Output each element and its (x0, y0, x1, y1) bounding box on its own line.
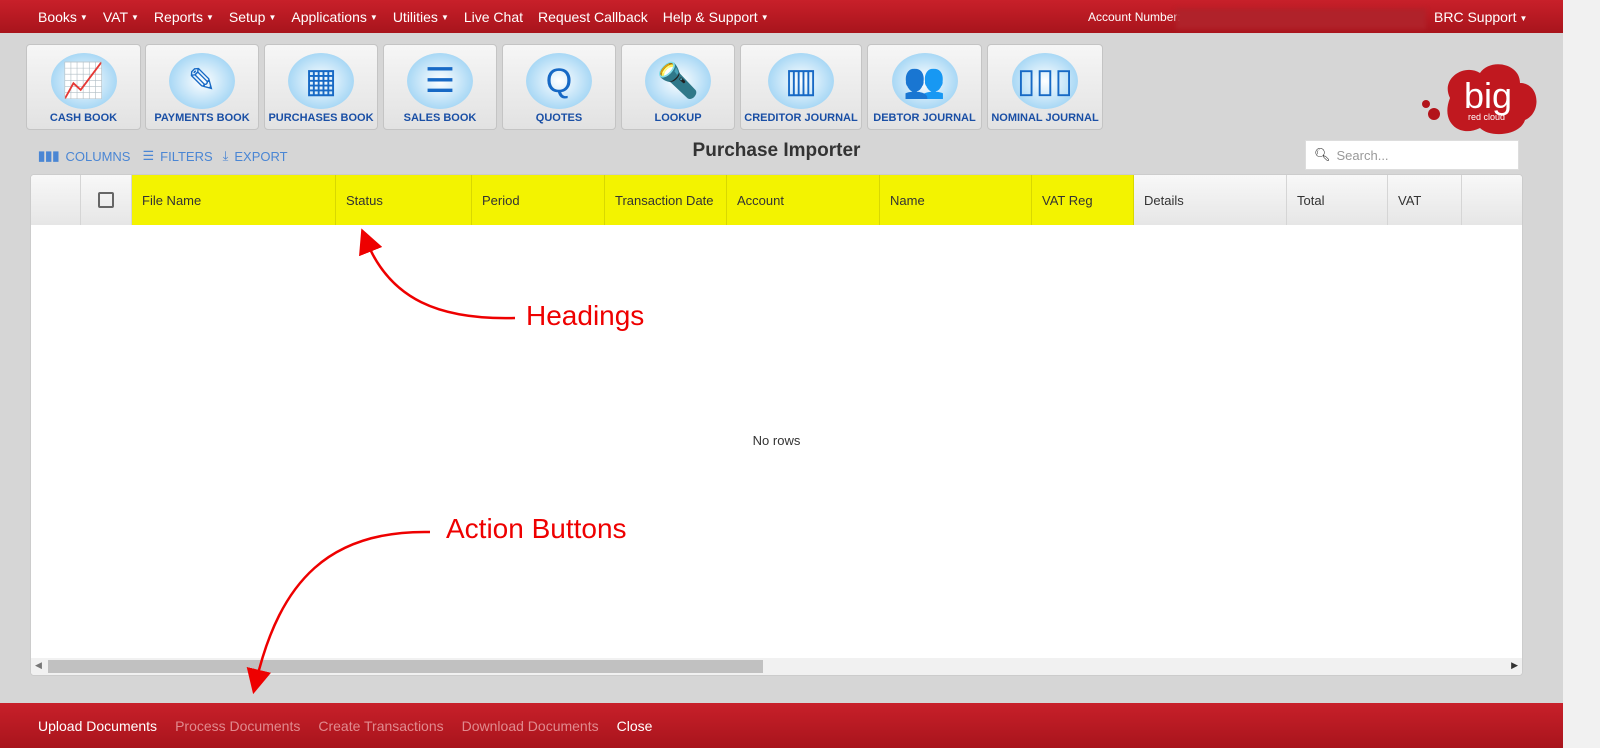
scroll-left-arrow[interactable]: ◀ (35, 660, 42, 671)
toolbar-label: CASH BOOK (49, 112, 118, 124)
binders-icon: ▯▯▯ (1012, 53, 1078, 109)
toolbar-creditor-journal[interactable]: ▥ CREDITOR JOURNAL (740, 44, 862, 130)
nav-live-chat[interactable]: Live Chat (464, 9, 523, 25)
action-buttons-annotation: Action Buttons (446, 513, 627, 544)
select-all-header (81, 175, 132, 225)
data-grid: File Name Status Period Transaction Date Acc… (30, 174, 1523, 676)
nav-request-callback[interactable]: Request Callback (538, 9, 648, 25)
scrollbar-thumb[interactable] (48, 660, 763, 673)
toolbar-label: DEBTOR JOURNAL (873, 112, 976, 124)
account-number-label: Account Number: (1088, 10, 1181, 24)
column-header-status[interactable]: Status (336, 175, 472, 225)
process-documents-button[interactable]: Process Documents (175, 718, 300, 734)
grid-header: File Name Status Period Transaction Date Acc… (31, 175, 1522, 225)
action-bar: Upload Documents Process Documents Create … (0, 703, 1563, 748)
column-header-file-name[interactable]: File Name (132, 175, 336, 225)
search-placeholder: Search... (1336, 147, 1389, 163)
column-header-vat[interactable]: VAT (1388, 175, 1462, 225)
toolbar-cash-book[interactable]: 📈 CASH BOOK (26, 44, 141, 130)
upload-documents-button[interactable]: Upload Documents (38, 718, 157, 734)
page-scrollbar[interactable] (1563, 0, 1600, 748)
horizontal-scrollbar[interactable]: ◀ ▶ (31, 658, 1522, 675)
document-chart-icon: ▥ (768, 53, 834, 109)
search-icon: 🔍︎ (1314, 147, 1331, 162)
nav-utilities[interactable]: Utilities ▼ (393, 9, 449, 25)
toolbar-lookup[interactable]: 🔦 LOOKUP (621, 44, 735, 130)
toolbar-quotes[interactable]: Q QUOTES (502, 44, 616, 130)
quote-notepad-icon: Q (526, 53, 592, 109)
column-header-vat-reg[interactable]: VAT Reg (1032, 175, 1134, 225)
nav-books[interactable]: Books ▼ (38, 9, 88, 25)
flashlight-icon: 🔦 (645, 53, 711, 109)
svg-text:red cloud: red cloud (1468, 112, 1505, 122)
headings-annotation: Headings (526, 300, 645, 331)
account-number-redacted (1176, 9, 1426, 29)
calculator-icon: ▦ (288, 53, 354, 109)
nav-applications[interactable]: Applications ▼ (291, 9, 377, 25)
toolbar-label: PURCHASES BOOK (268, 112, 374, 124)
big-red-cloud-logo: big red cloud (1422, 64, 1537, 135)
toolbar-label: NOMINAL JOURNAL (991, 112, 1099, 124)
download-documents-button[interactable]: Download Documents (462, 718, 599, 734)
user-menu[interactable]: BRC Support ▼ (1434, 9, 1527, 25)
column-header-total[interactable]: Total (1287, 175, 1388, 225)
toolbar-label: LOOKUP (654, 112, 702, 124)
select-all-checkbox[interactable] (98, 192, 114, 208)
toolbar-label: QUOTES (535, 112, 583, 124)
nav-setup[interactable]: Setup ▼ (229, 9, 277, 25)
notepad-icon: ☰ (407, 53, 473, 109)
toolbar-debtor-journal[interactable]: 👥 DEBTOR JOURNAL (867, 44, 982, 130)
cheque-pen-icon: ✎ (169, 53, 235, 109)
column-header-details[interactable]: Details (1134, 175, 1287, 225)
toolbar-label: SALES BOOK (403, 112, 477, 124)
toolbar-nominal-journal[interactable]: ▯▯▯ NOMINAL JOURNAL (987, 44, 1103, 130)
empty-message: No rows (752, 433, 801, 448)
scroll-right-arrow[interactable]: ▶ (1511, 660, 1518, 671)
nav-vat[interactable]: VAT ▼ (103, 9, 139, 25)
nav-help-support[interactable]: Help & Support ▼ (663, 9, 769, 25)
toolbar-purchases-book[interactable]: ▦ PURCHASES BOOK (264, 44, 378, 130)
column-header-transaction-date[interactable]: Transaction Date (605, 175, 727, 225)
column-header-more (1462, 175, 1522, 225)
toolbar-sales-book[interactable]: ☰ SALES BOOK (383, 44, 497, 130)
column-header-period[interactable]: Period (472, 175, 605, 225)
column-header-account[interactable]: Account (727, 175, 880, 225)
people-icon: 👥 (891, 53, 958, 109)
chart-up-icon: 📈 (50, 53, 117, 109)
close-button[interactable]: Close (617, 718, 653, 734)
toolbar-payments-book[interactable]: ✎ PAYMENTS BOOK (145, 44, 259, 130)
toolbar-label: PAYMENTS BOOK (154, 112, 250, 124)
nav-reports[interactable]: Reports ▼ (154, 9, 214, 25)
create-transactions-button[interactable]: Create Transactions (318, 718, 443, 734)
column-header-name[interactable]: Name (880, 175, 1032, 225)
row-number-header (31, 175, 81, 225)
search-input[interactable]: 🔍︎ Search... (1305, 140, 1519, 170)
svg-text:big: big (1464, 75, 1512, 116)
toolbar-label: CREDITOR JOURNAL (744, 112, 858, 124)
